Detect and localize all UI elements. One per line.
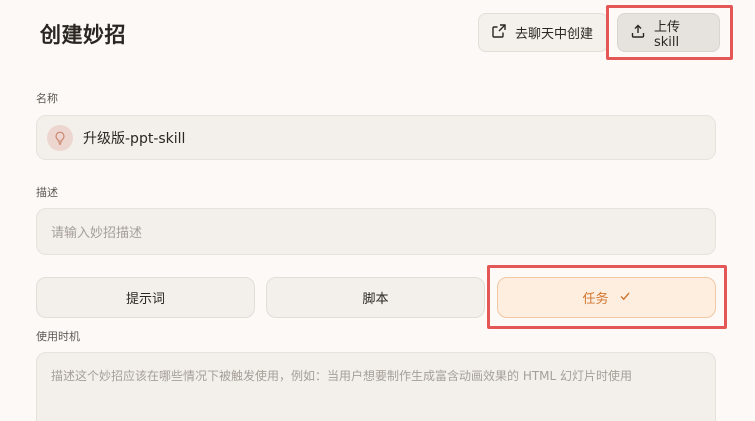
description-input[interactable]: 请输入妙招描述 [36, 208, 716, 255]
tab-script-label: 脚本 [362, 292, 389, 307]
upload-skill-label: 上传 skill [654, 19, 681, 50]
description-placeholder: 请输入妙招描述 [51, 226, 143, 241]
usage-placeholder: 描述这个妙招应该在哪些情况下被触发使用，例如：当用户想要制作生成富含动画效果的 … [51, 369, 633, 383]
description-label: 描述 [36, 186, 58, 199]
name-value: 升级版-ppt-skill [83, 130, 186, 147]
name-label: 名称 [36, 92, 58, 105]
tab-prompt-label: 提示词 [125, 292, 165, 307]
create-skill-page: 创建妙招 去聊天中创建 上传 skill 名称 升级版-ppt-skill 描述… [0, 0, 755, 421]
share-out-icon [491, 23, 507, 43]
create-from-chat-label: 去聊天中创建 [515, 27, 594, 42]
usage-textarea[interactable]: 描述这个妙招应该在哪些情况下被触发使用，例如：当用户想要制作生成富含动画效果的 … [36, 352, 716, 421]
checkmark-icon [619, 290, 631, 306]
tab-task[interactable]: 任务 [497, 277, 716, 318]
create-from-chat-button[interactable]: 去聊天中创建 [478, 13, 608, 52]
lightbulb-icon [47, 124, 73, 151]
name-field[interactable]: 升级版-ppt-skill [36, 115, 716, 160]
tab-prompt[interactable]: 提示词 [36, 277, 255, 318]
tab-script[interactable]: 脚本 [266, 277, 485, 318]
page-title: 创建妙招 [40, 23, 126, 47]
tab-task-label: 任务 [582, 292, 609, 307]
upload-icon [630, 23, 646, 43]
upload-skill-button[interactable]: 上传 skill [617, 13, 720, 52]
usage-label: 使用时机 [36, 330, 80, 343]
